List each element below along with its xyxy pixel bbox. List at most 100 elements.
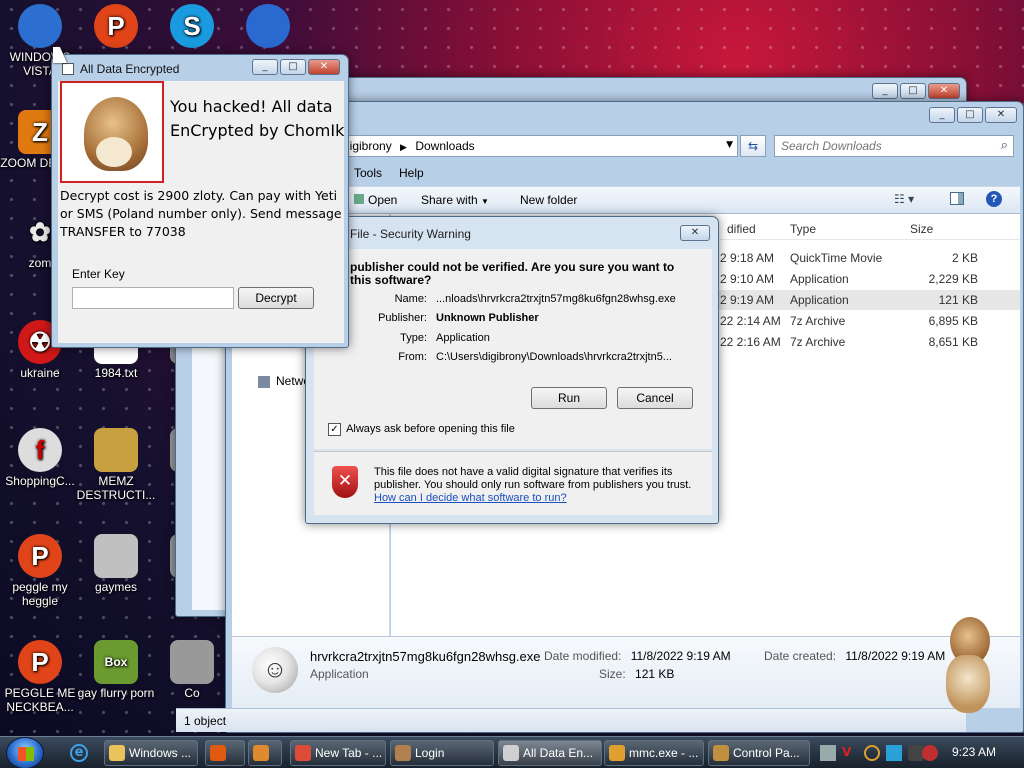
menu-tools[interactable]: Tools xyxy=(354,166,382,180)
desktop-icon-label: MEMZ DESTRUCTI... xyxy=(76,474,156,502)
breadcrumb-item[interactable]: digibrony xyxy=(343,139,392,153)
tray-icon[interactable] xyxy=(864,745,880,761)
taskbar-button-label: mmc.exe - ... xyxy=(629,746,699,760)
file-type: 7z Archive xyxy=(790,335,846,349)
hamster-sprite xyxy=(940,617,1010,717)
taskbar: e Windows ... New Tab - ... Login All Data … xyxy=(0,736,1024,768)
hamster-icon xyxy=(395,745,411,761)
column-date-modified[interactable]: dified xyxy=(727,222,756,236)
menu-help[interactable]: Help xyxy=(399,166,424,180)
file-icon xyxy=(170,640,214,684)
tray-icon[interactable] xyxy=(922,745,938,761)
file-size: 6,895 KB xyxy=(928,314,978,328)
tray-icon[interactable]: V xyxy=(842,745,858,761)
folder-icon xyxy=(109,745,125,761)
search-input[interactable] xyxy=(781,137,991,155)
dropdown-arrow-icon: ▼ xyxy=(481,197,489,206)
taskbar-button[interactable]: Windows ... xyxy=(104,740,198,766)
ransom-window[interactable]: All Data Encrypted _ □ ✕ You hacked! All… xyxy=(51,54,349,348)
start-button[interactable] xyxy=(6,737,44,768)
ie-quicklaunch-icon[interactable]: e xyxy=(70,744,88,762)
nav-item[interactable]: Netwo xyxy=(258,374,310,388)
view-options-icon[interactable]: ☷ ▾ xyxy=(894,192,914,206)
file-type: 7z Archive xyxy=(790,314,846,328)
desktop-icon[interactable]: P PEGGLE ME NECKBEA... xyxy=(0,640,80,714)
always-ask-label: Always ask before opening this file xyxy=(346,423,515,436)
cancel-button[interactable]: Cancel xyxy=(617,387,693,409)
minimize-button[interactable]: _ xyxy=(252,59,278,75)
taskbar-button[interactable]: Login xyxy=(390,740,494,766)
close-button[interactable]: ✕ xyxy=(680,225,710,241)
help-link[interactable]: How can I decide what software to run? xyxy=(374,492,567,504)
desktop-icon[interactable]: S xyxy=(152,4,232,50)
desktop-icon[interactable]: MEMZ DESTRUCTI... xyxy=(76,428,156,502)
run-button[interactable]: Run xyxy=(531,387,607,409)
new-folder-button[interactable]: New folder xyxy=(520,193,577,207)
details-date-created: Date created: 11/8/2022 9:19 AM xyxy=(764,649,946,663)
always-ask-checkbox-row[interactable]: ✓ Always ask before opening this file xyxy=(328,423,515,436)
maximize-button[interactable]: □ xyxy=(957,107,983,123)
search-icon[interactable]: ⌕ xyxy=(1001,138,1008,153)
taskbar-button[interactable]: Control Pa... xyxy=(708,740,810,766)
details-filename: hrvrkcra2trxjtn57mg8ku6fgn28whsg.exe xyxy=(310,649,541,664)
file-size: 121 KB xyxy=(938,293,978,307)
always-ask-checkbox[interactable]: ✓ xyxy=(328,423,341,436)
key-label: Enter Key xyxy=(72,267,125,281)
taskbar-button[interactable]: All Data En... xyxy=(498,740,602,766)
desktop-icon[interactable]: gaymes xyxy=(76,534,156,594)
column-type[interactable]: Type xyxy=(790,222,816,236)
desktop-icon-label: PEGGLE ME NECKBEA... xyxy=(4,686,76,714)
ransom-headline: You hacked! All data EnCrypted by ChomIk xyxy=(170,97,344,140)
search-box[interactable]: ⌕ xyxy=(774,135,1014,157)
close-button[interactable]: ✕ xyxy=(985,107,1017,123)
taskbar-button-label: All Data En... xyxy=(523,746,594,760)
desktop-icon[interactable]: P xyxy=(76,4,156,50)
breadcrumb-item[interactable]: Downloads xyxy=(415,139,474,153)
file-icon: ☺ xyxy=(252,647,298,693)
file-date: 2 9:18 AM xyxy=(720,251,775,265)
peggle-p-icon: P xyxy=(18,640,62,684)
dropdown-arrow-icon[interactable]: ▼ xyxy=(726,140,733,150)
desktop-icon-label: Co xyxy=(184,686,200,700)
close-button[interactable]: ✕ xyxy=(928,83,960,99)
open-button[interactable]: Open xyxy=(354,193,397,207)
system-tray: V 9:23 AM xyxy=(818,737,1024,768)
maximize-button[interactable]: □ xyxy=(280,59,306,75)
warning-section: ✕ This file does not have a valid digita… xyxy=(314,451,712,515)
minimize-button[interactable]: _ xyxy=(872,83,898,99)
menu-bar: Tools Help xyxy=(346,166,1020,184)
column-size[interactable]: Size xyxy=(910,222,933,236)
file-date: 2 9:10 AM xyxy=(720,272,775,286)
desktop-icon[interactable]: Ppeggle my heggle xyxy=(0,534,80,608)
refresh-button[interactable]: ⇆ xyxy=(740,135,766,157)
file-size: 8,651 KB xyxy=(928,335,978,349)
security-warning-dialog[interactable]: File - Security Warning ✕ publisher coul… xyxy=(305,216,719,524)
file-size: 2,229 KB xyxy=(928,272,978,286)
taskbar-button[interactable] xyxy=(205,740,245,766)
preview-pane-icon[interactable] xyxy=(950,192,964,205)
address-bar[interactable]: digibrony ▶ Downloads ▼ xyxy=(336,135,738,157)
tray-icon[interactable] xyxy=(886,745,902,761)
details-size: Size: 121 KB xyxy=(599,667,675,681)
tray-icon[interactable] xyxy=(820,745,836,761)
desktop-icon[interactable] xyxy=(228,4,308,50)
maximize-button[interactable]: □ xyxy=(900,83,926,99)
key-input[interactable] xyxy=(72,287,234,309)
desktop-icon[interactable]: Co xyxy=(152,640,232,700)
folder-icon xyxy=(258,375,270,388)
decrypt-button[interactable]: Decrypt xyxy=(238,287,314,309)
type-value: Application xyxy=(436,332,490,344)
taskbar-button[interactable] xyxy=(248,740,282,766)
clock[interactable]: 9:23 AM xyxy=(952,745,996,759)
peggle-p-icon: P xyxy=(18,534,62,578)
minimize-button[interactable]: _ xyxy=(929,107,955,123)
close-button[interactable]: ✕ xyxy=(308,59,340,75)
breadcrumb: digibrony ▶ Downloads xyxy=(343,139,475,153)
taskbar-button-label: Windows ... xyxy=(129,746,192,760)
desktop-icon[interactable]: Box gay flurry porn xyxy=(76,640,156,700)
share-with-button[interactable]: Share with ▼ xyxy=(421,193,489,207)
help-icon[interactable]: ? xyxy=(986,191,1002,207)
desktop-icon[interactable]: f ShoppingC... xyxy=(0,428,80,488)
taskbar-button[interactable]: mmc.exe - ... xyxy=(604,740,704,766)
taskbar-button[interactable]: New Tab - ... xyxy=(290,740,386,766)
